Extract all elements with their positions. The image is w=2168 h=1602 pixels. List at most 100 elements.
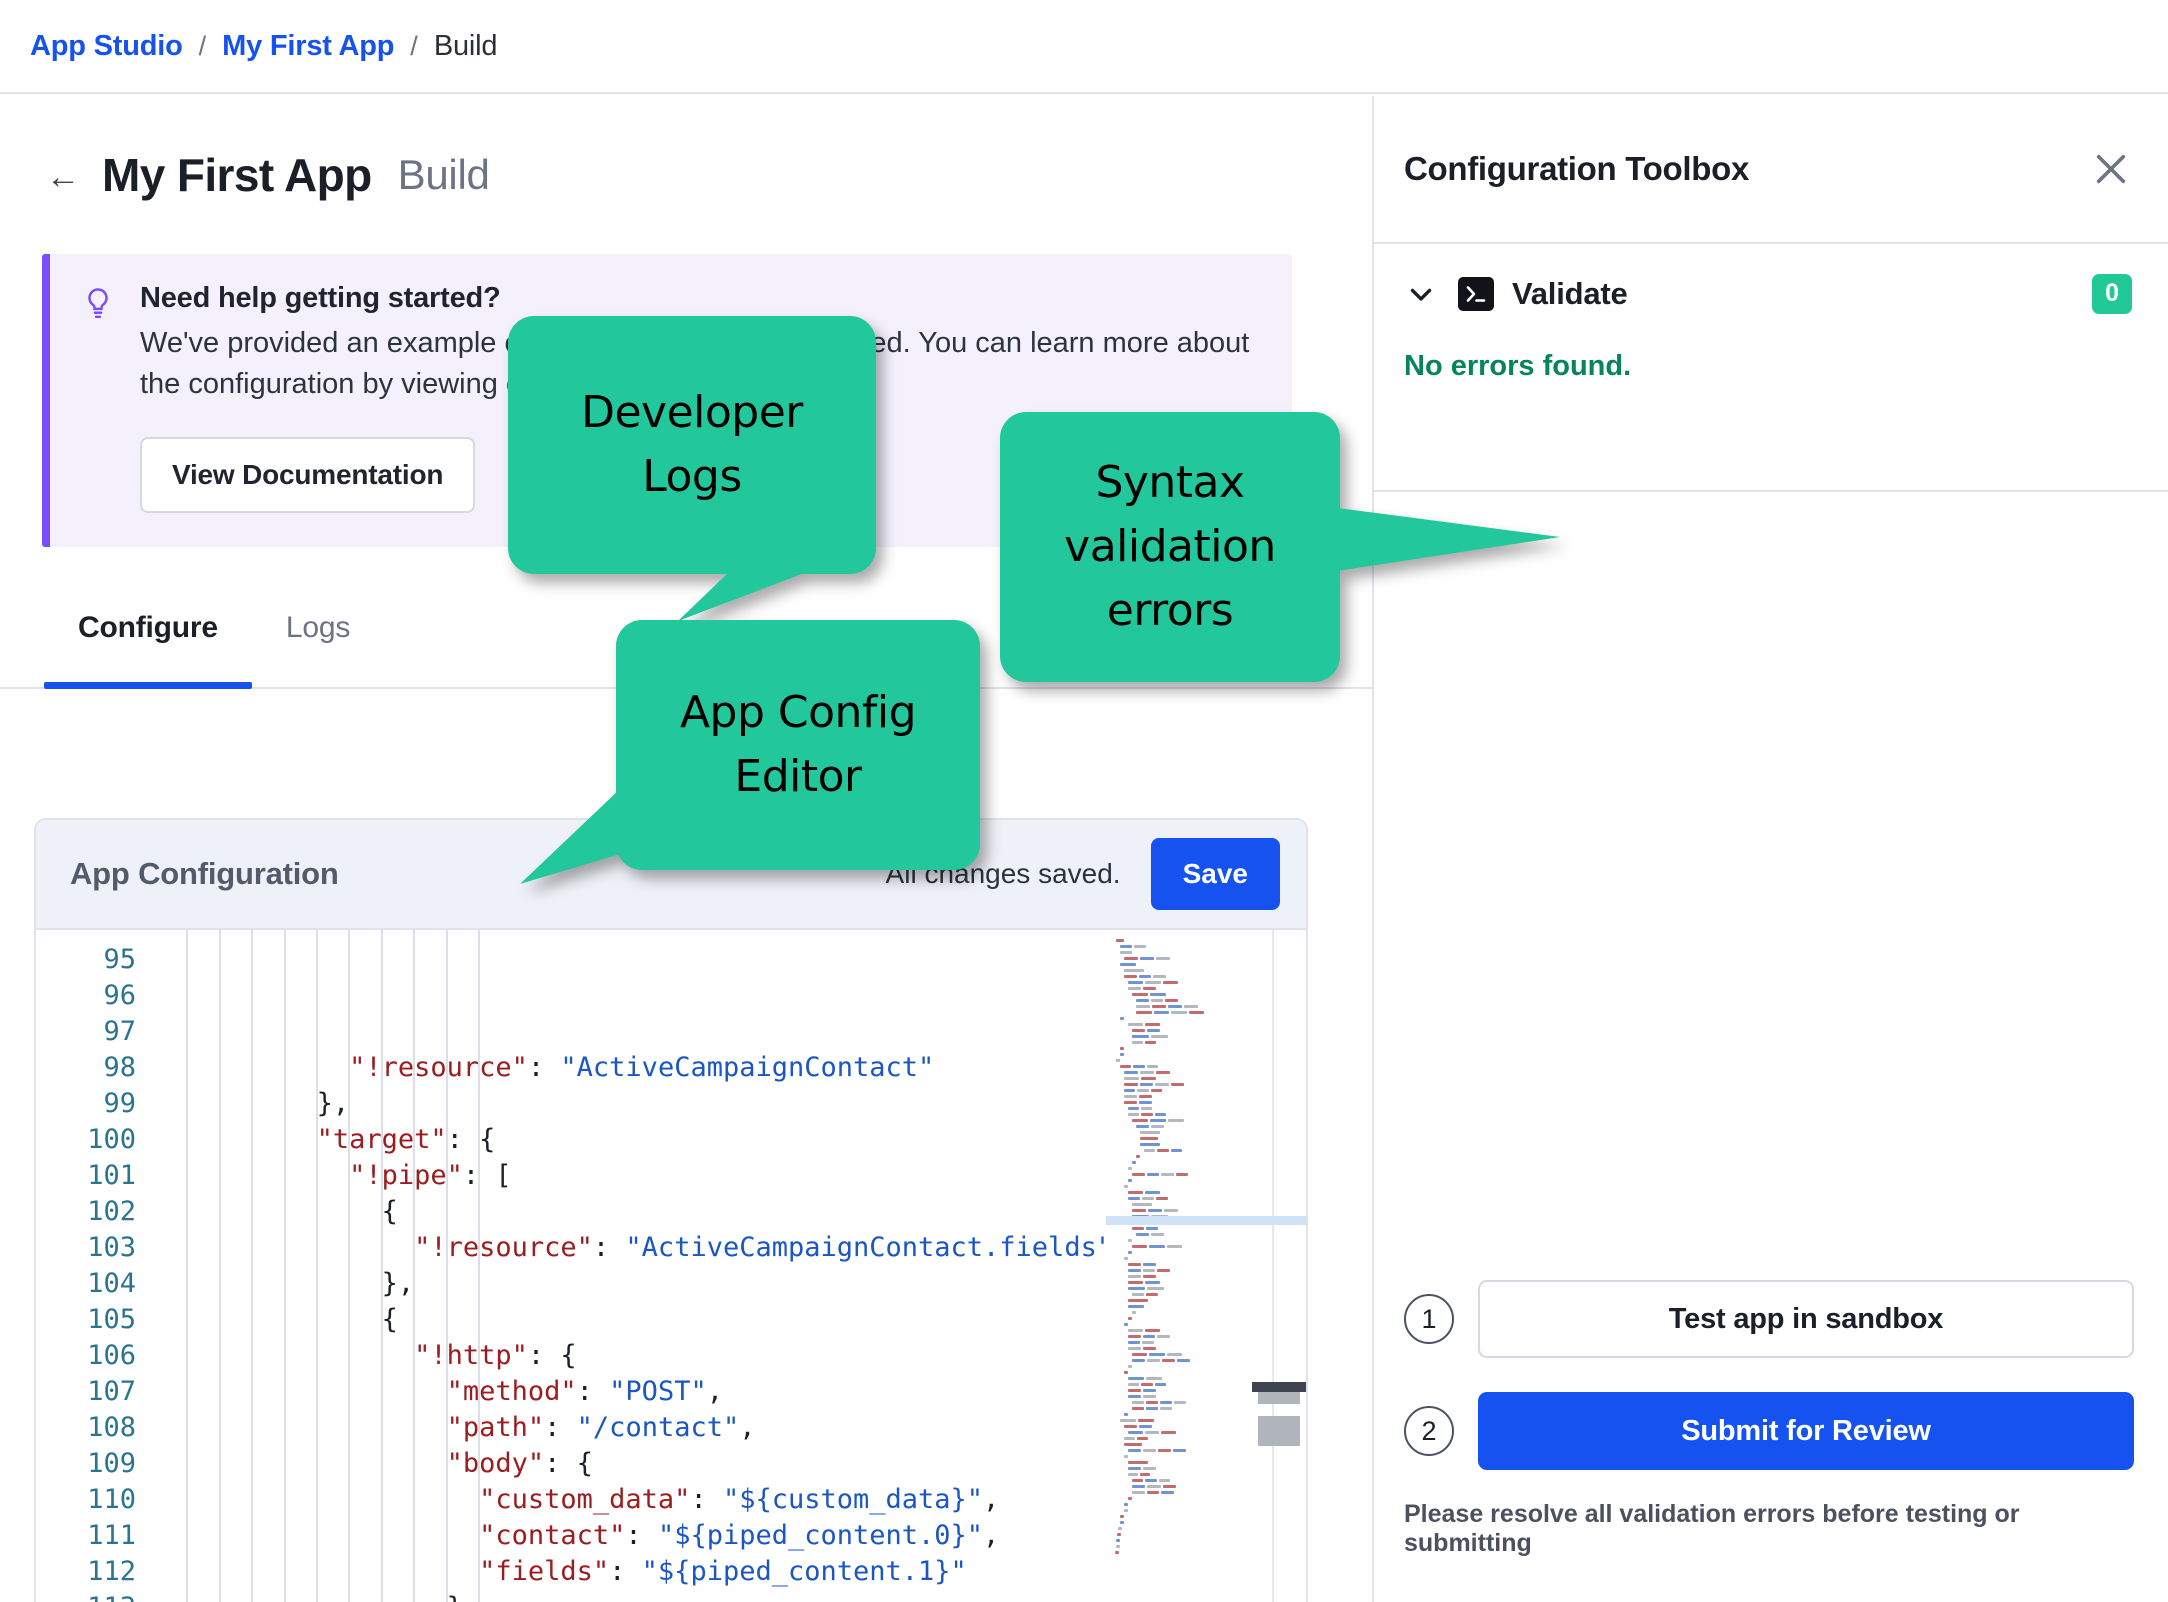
minimap-line xyxy=(1112,956,1300,961)
minimap-line xyxy=(1112,1322,1300,1327)
page-subtitle: Build xyxy=(397,151,490,198)
minimap-line xyxy=(1112,1202,1300,1207)
action-row-submit: 2 Submit for Review xyxy=(1404,1392,2134,1470)
help-banner-title: Need help getting started? xyxy=(140,282,501,314)
minimap-line xyxy=(1112,1112,1300,1117)
code-token: : xyxy=(576,1376,610,1407)
close-icon[interactable] xyxy=(2090,148,2132,190)
minimap-scroll-thumb[interactable] xyxy=(1252,1382,1306,1392)
minimap-line xyxy=(1112,1196,1300,1201)
minimap-line xyxy=(1112,1340,1300,1345)
code-line[interactable]: "contact": "${piped_content.0}", xyxy=(154,1518,1106,1554)
minimap-line xyxy=(1112,1376,1300,1381)
minimap-line xyxy=(1112,1136,1300,1141)
minimap-line xyxy=(1112,1070,1300,1075)
minimap-line xyxy=(1112,1334,1300,1339)
minimap-scroll-thumb-secondary[interactable] xyxy=(1258,1392,1300,1404)
minimap-line xyxy=(1112,1040,1300,1045)
minimap-line xyxy=(1112,998,1300,1003)
minimap-viewport-slider[interactable] xyxy=(1258,1416,1300,1446)
minimap-line xyxy=(1112,1016,1300,1021)
line-number: 95 xyxy=(103,944,136,975)
minimap-line xyxy=(1112,974,1300,979)
code-token: "/contact" xyxy=(576,1412,740,1443)
minimap-line xyxy=(1112,1298,1300,1303)
code-token: "!pipe" xyxy=(349,1160,463,1191)
code-token: { xyxy=(381,1196,398,1227)
breadcrumb-item-app-studio[interactable]: App Studio xyxy=(30,30,183,63)
code-token: "fields" xyxy=(479,1556,610,1587)
line-number: 108 xyxy=(87,1412,136,1443)
panel-header: Configuration Toolbox xyxy=(1374,96,2168,244)
minimap-line xyxy=(1112,1052,1300,1057)
code-token: : xyxy=(544,1412,577,1443)
minimap-line xyxy=(1112,1034,1300,1039)
code-token: "${piped_content.0}" xyxy=(657,1520,984,1551)
minimap-line xyxy=(1112,1124,1300,1129)
code-line[interactable]: { xyxy=(154,1302,1106,1338)
minimap-line xyxy=(1112,1352,1300,1357)
minimap-line xyxy=(1112,1532,1300,1537)
tab-logs[interactable]: Logs xyxy=(252,611,384,687)
code-token: "body" xyxy=(446,1448,545,1479)
save-button[interactable]: Save xyxy=(1150,838,1280,910)
code-line[interactable]: "!resource": "ActiveCampaignContact" xyxy=(154,1050,1106,1086)
line-number: 111 xyxy=(87,1520,136,1551)
page-header: ← My First App Build xyxy=(0,96,1372,202)
code-token: "!resource" xyxy=(349,1052,528,1083)
code-line[interactable]: "body": { xyxy=(154,1446,1106,1482)
code-line[interactable]: } xyxy=(154,1590,1106,1602)
code-line[interactable]: "!resource": "ActiveCampaignContact.fiel… xyxy=(154,1230,1106,1266)
minimap-line xyxy=(1112,944,1300,949)
minimap-line xyxy=(1112,1514,1300,1519)
minimap-line xyxy=(1112,1544,1300,1549)
minimap-line xyxy=(1112,1160,1300,1165)
code-token: "${piped_content.1}" xyxy=(641,1556,967,1587)
code-line[interactable]: "fields": "${piped_content.1}" xyxy=(154,1554,1106,1590)
minimap-line xyxy=(1112,1118,1300,1123)
back-arrow-icon[interactable]: ← xyxy=(46,160,80,194)
minimap-line xyxy=(1112,1460,1300,1465)
minimap-line xyxy=(1112,1406,1300,1411)
code-token: "POST" xyxy=(609,1376,707,1407)
callout-syntax-validation-errors: Syntax validation errors xyxy=(1000,412,1560,692)
minimap-line xyxy=(1112,1208,1300,1213)
code-line[interactable]: "method": "POST", xyxy=(154,1374,1106,1410)
test-app-in-sandbox-button[interactable]: Test app in sandbox xyxy=(1478,1280,2134,1358)
minimap-line xyxy=(1112,1472,1300,1477)
code-token: "path" xyxy=(446,1412,545,1443)
minimap-line xyxy=(1112,1076,1300,1081)
code-token: : xyxy=(592,1232,626,1263)
code-line[interactable]: }, xyxy=(154,1086,1106,1122)
action-row-test: 1 Test app in sandbox xyxy=(1404,1280,2134,1358)
line-number: 104 xyxy=(87,1268,136,1299)
code-line[interactable]: "target": { xyxy=(154,1122,1106,1158)
code-content[interactable]: "!resource": "ActiveCampaignContact" }, … xyxy=(154,930,1106,1602)
view-documentation-button[interactable]: View Documentation xyxy=(140,437,476,514)
submit-for-review-button[interactable]: Submit for Review xyxy=(1478,1392,2134,1470)
validate-header-row[interactable]: Validate 0 xyxy=(1404,274,2132,314)
code-token: : { xyxy=(446,1124,496,1155)
code-line[interactable]: "custom_data": "${custom_data}", xyxy=(154,1482,1106,1518)
code-line[interactable]: { xyxy=(154,1194,1106,1230)
tab-configure[interactable]: Configure xyxy=(44,611,252,690)
minimap-line xyxy=(1112,1490,1300,1495)
code-line[interactable]: "!pipe": [ xyxy=(154,1158,1106,1194)
callout-line: errors xyxy=(1106,584,1234,636)
code-line[interactable]: }, xyxy=(154,1266,1106,1302)
code-editor-area[interactable]: 95 96 97 98 99 100 101 102 103 104 105 106 107 108 109… xyxy=(36,930,1306,1602)
code-line[interactable]: "!http": { xyxy=(154,1338,1106,1374)
minimap-line xyxy=(1112,1256,1300,1261)
minimap-line xyxy=(1112,1508,1300,1513)
validate-label: Validate xyxy=(1512,275,1628,311)
minimap-canvas xyxy=(1106,930,1306,1602)
chevron-down-icon[interactable] xyxy=(1404,277,1438,311)
minimap-line xyxy=(1112,1448,1300,1453)
breadcrumb-item-my-first-app[interactable]: My First App xyxy=(222,30,394,63)
breadcrumb-separator: / xyxy=(410,30,418,61)
editor-minimap[interactable] xyxy=(1106,930,1306,1602)
code-line[interactable]: "path": "/contact", xyxy=(154,1410,1106,1446)
minimap-line xyxy=(1112,1364,1300,1369)
code-token: "!resource" xyxy=(414,1232,593,1263)
line-number: 112 xyxy=(87,1556,136,1587)
